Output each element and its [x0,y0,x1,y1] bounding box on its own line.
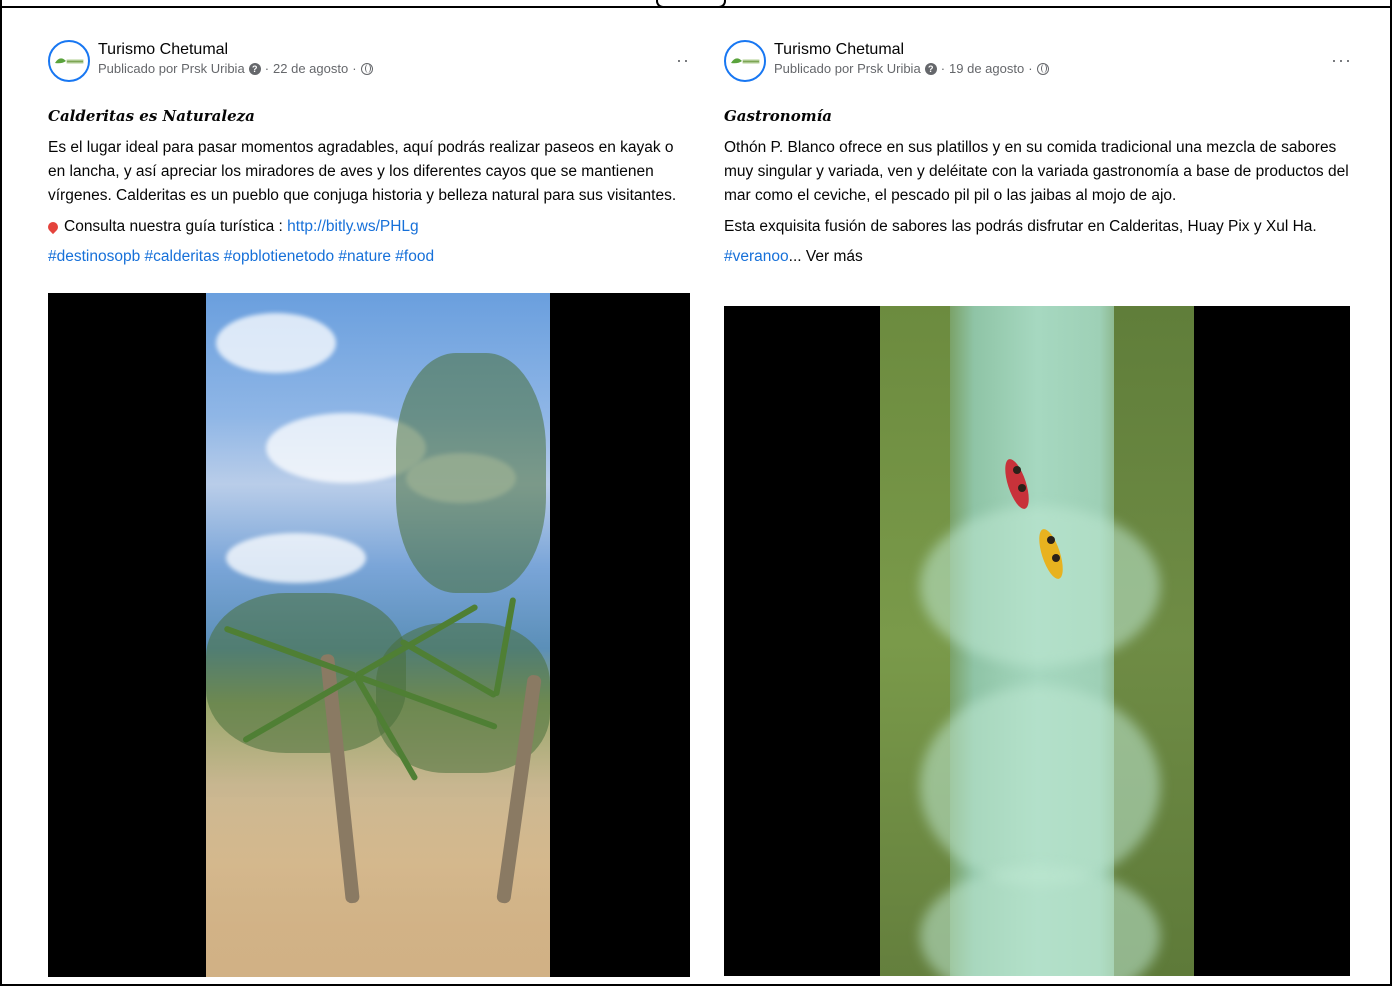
post-header: Turismo Chetumal Publicado por Prsk Urib… [724,36,1352,92]
byline-author[interactable]: Publicado por Prsk Uribia [98,60,245,78]
post-date[interactable]: 19 de agosto [949,60,1024,78]
page-avatar[interactable] [724,40,766,82]
post-body-2: Esta exquisita fusión de sabores las pod… [724,218,1317,235]
byline-author[interactable]: Publicado por Prsk Uribia [774,60,921,78]
turismo-logo-icon [55,58,84,64]
top-cropped-element [656,0,726,8]
help-badge-icon: ? [924,63,937,75]
post-body: Othón P. Blanco ofrece en sus platillos … [724,139,1349,204]
hashtag-veranoo[interactable]: #veranoo [724,248,789,265]
guide-line: Consulta nuestra guía turística : http:/… [45,216,690,238]
post-calderitas: Turismo Chetumal Publicado por Prsk Urib… [45,36,690,977]
page-name[interactable]: Turismo Chetumal [98,40,373,60]
see-more-link[interactable]: ... Ver más [789,248,863,265]
post-meta: Turismo Chetumal Publicado por Prsk Urib… [98,40,373,78]
hashtags-line: #destinosopb #calderitas #opblotienetodo… [48,246,690,268]
guide-text: Consulta nuestra guía turística : [64,218,288,235]
turismo-logo-icon [731,58,760,64]
post-byline: Publicado por Prsk Uribia ? · 22 de agos… [98,60,373,78]
more-options-icon[interactable]: ··· [1331,51,1352,69]
post-title: Gastronomía [724,107,833,125]
byline-separator: · [1028,61,1033,76]
pin-icon [45,219,61,235]
help-badge-icon: ? [248,63,261,75]
byline-separator: · [940,61,946,76]
guide-link[interactable]: http://bitly.ws/PHLg [287,218,419,235]
globe-icon [1036,63,1049,75]
post-video[interactable] [48,293,690,977]
post-body: Es el lugar ideal para pasar momentos ag… [48,139,677,204]
byline-separator: · [264,61,270,76]
video-frame-beach [206,293,550,977]
post-byline: Publicado por Prsk Uribia ? · 19 de agos… [774,60,1049,78]
post-meta: Turismo Chetumal Publicado por Prsk Urib… [774,40,1049,78]
post-title: Calderitas es Naturaleza [48,107,255,125]
byline-separator: · [352,61,357,76]
post-video[interactable] [724,306,1350,976]
post-date[interactable]: 22 de agosto [273,60,348,78]
video-frame-mangrove [880,306,1194,976]
post-header: Turismo Chetumal Publicado por Prsk Urib… [48,36,690,92]
page-name[interactable]: Turismo Chetumal [774,40,1049,60]
globe-icon [360,63,373,75]
page-avatar[interactable] [48,40,90,82]
hashtag-line: #veranoo... Ver más [724,246,1352,268]
hashtags[interactable]: #destinosopb #calderitas #opblotienetodo… [48,248,434,265]
post-gastronomia: Turismo Chetumal Publicado por Prsk Urib… [724,36,1352,976]
more-options-icon[interactable]: ·· [676,51,690,69]
